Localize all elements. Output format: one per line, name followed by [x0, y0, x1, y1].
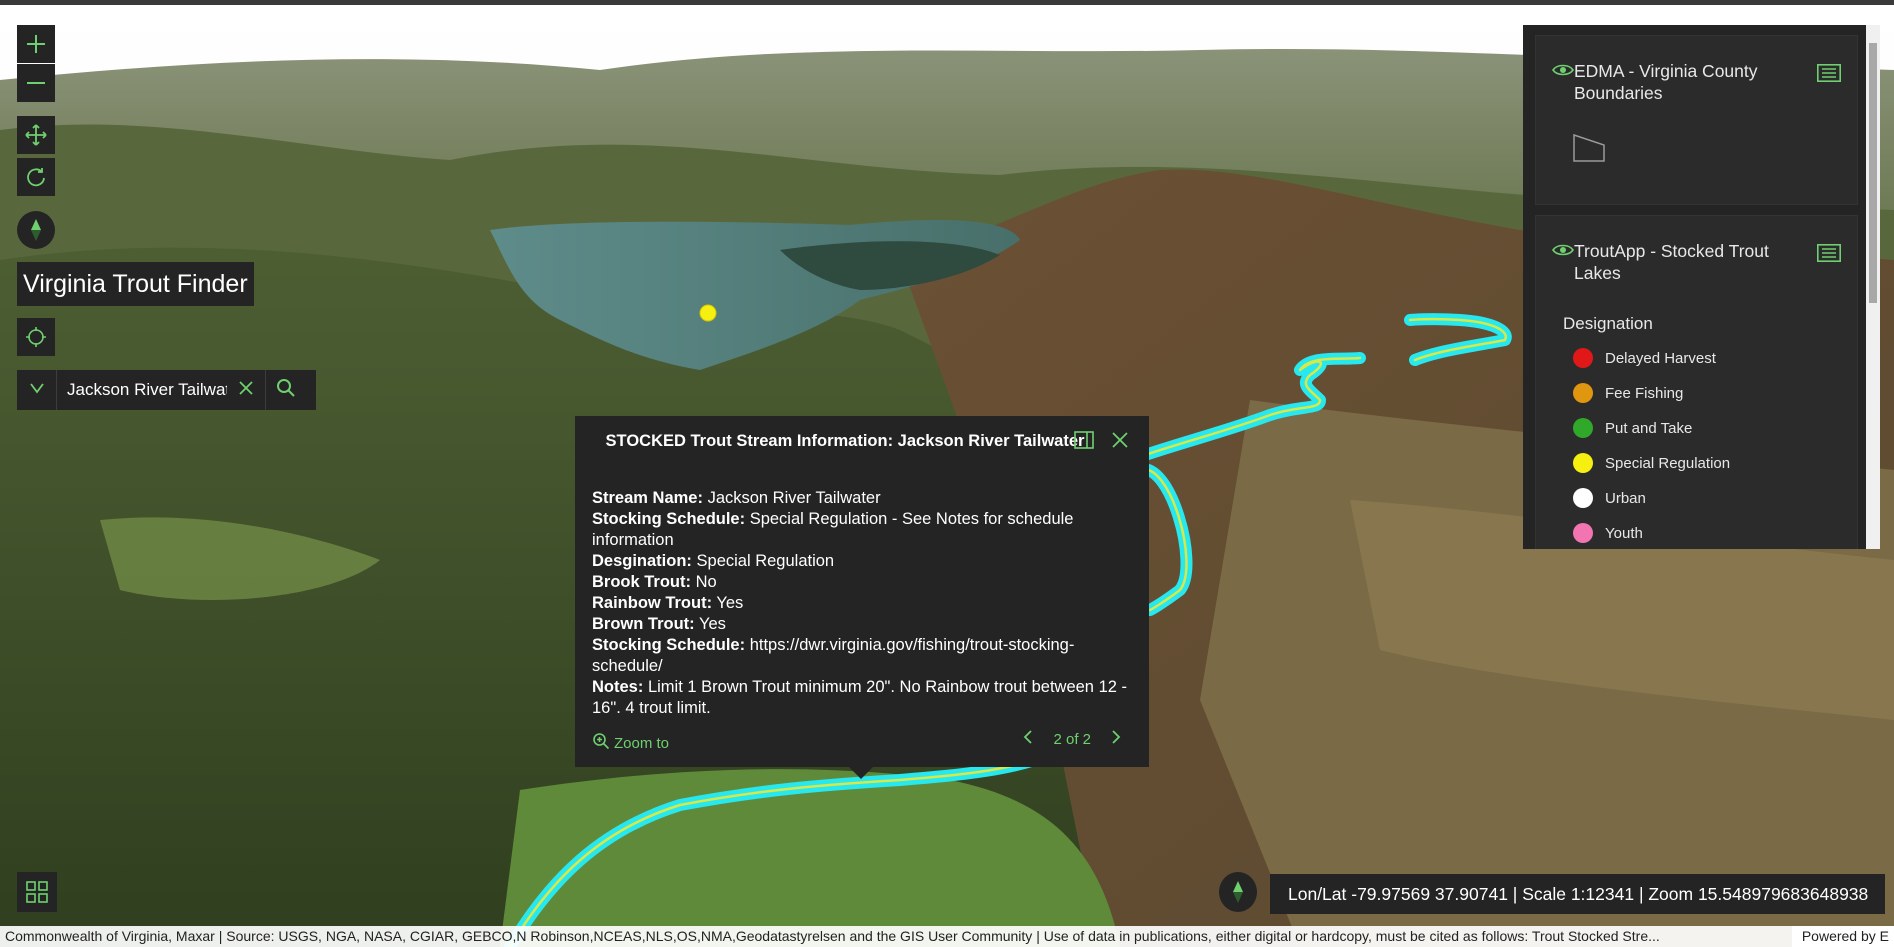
search-input[interactable]	[57, 370, 227, 410]
search-widget	[17, 370, 316, 410]
top-frame-bar	[0, 0, 1894, 5]
rotate-mode-button[interactable]	[17, 158, 55, 196]
compass-button[interactable]	[17, 211, 55, 249]
legend-scrollbar[interactable]	[1866, 25, 1880, 549]
coordinate-readout: Lon/Lat -79.97569 37.90741 | Scale 1:123…	[1270, 874, 1885, 914]
legend-item: Fee Fishing	[1573, 380, 1683, 406]
eye-icon[interactable]	[1552, 243, 1574, 262]
minus-icon	[25, 72, 47, 94]
popup-field: Notes: Limit 1 Brown Trout minimum 20". …	[592, 677, 1132, 719]
popup-pointer	[849, 767, 873, 779]
next-feature-button[interactable]	[1101, 730, 1131, 748]
legend-swatch	[1573, 418, 1593, 438]
legend-item-label: Special Regulation	[1605, 454, 1731, 472]
field-label: Stocking Schedule:	[592, 636, 746, 654]
field-value: Yes	[698, 615, 726, 633]
attribution-text: Commonwealth of Virginia, Maxar | Source…	[5, 928, 1660, 944]
previous-feature-button[interactable]	[1013, 730, 1043, 748]
popup-title: STOCKED Trout Stream Information: Jackso…	[605, 432, 1085, 450]
dock-panel-icon	[1074, 431, 1094, 453]
plus-icon	[25, 33, 47, 55]
legend-layer-county-boundaries: EDMA - Virginia County Boundaries	[1535, 35, 1858, 205]
rotate-icon	[25, 166, 47, 188]
legend-item: Youth	[1573, 520, 1643, 546]
popup-field: Brown Trout: Yes	[592, 614, 1132, 635]
field-label: Brook Trout:	[592, 573, 691, 591]
search-button[interactable]	[265, 370, 305, 410]
pan-mode-button[interactable]	[17, 116, 55, 154]
powered-by-link[interactable]: Powered by E	[1791, 926, 1894, 947]
polygon-symbol-icon	[1572, 133, 1606, 168]
legend-item-label: Fee Fishing	[1605, 384, 1684, 402]
compass-indicator-button[interactable]	[1219, 872, 1257, 912]
field-value: Yes	[716, 594, 744, 612]
feature-popup: STOCKED Trout Stream Information: Jackso…	[575, 416, 1149, 779]
attribution-bar[interactable]: Commonwealth of Virginia, Maxar | Source…	[0, 926, 1894, 947]
popup-field: Stream Name: Jackson River Tailwater	[592, 488, 1132, 509]
legend-item-label: Delayed Harvest	[1605, 349, 1716, 367]
field-label: Stocking Schedule:	[592, 510, 746, 528]
pan-arrows-icon	[24, 123, 48, 147]
popup-pager: 2 of 2	[1013, 723, 1131, 755]
legend-item-label: Put and Take	[1605, 419, 1693, 437]
legend-item-label: Youth	[1605, 524, 1643, 542]
search-icon	[276, 378, 296, 403]
legend-layer-title: TroutApp - Stocked Trout Lakes	[1574, 241, 1769, 283]
locate-crosshair-icon	[25, 326, 47, 348]
legend-item-label: Urban	[1605, 489, 1646, 507]
legend-swatch	[1573, 488, 1593, 508]
zoom-in-button[interactable]	[17, 25, 55, 63]
app-title: Virginia Trout Finder	[17, 262, 254, 306]
legend-swatch	[1573, 453, 1593, 473]
zoom-in-magnifier-icon	[592, 732, 610, 754]
legend-swatch	[1573, 523, 1593, 543]
popup-content: Stream Name: Jackson River Tailwater Sto…	[592, 488, 1132, 719]
field-label: Stream Name:	[592, 489, 703, 507]
legend-panel: EDMA - Virginia County Boundaries TroutA…	[1523, 25, 1880, 549]
legend-swatch	[1573, 348, 1593, 368]
popup-field: Stocking Schedule: Special Regulation - …	[592, 509, 1132, 551]
legend-swatch	[1573, 383, 1593, 403]
popup-field: Desgination: Special Regulation	[592, 551, 1132, 572]
zoom-to-label: Zoom to	[614, 734, 670, 752]
eye-icon[interactable]	[1552, 63, 1574, 82]
field-value: Limit 1 Brown Trout minimum 20". No Rain…	[592, 678, 1128, 717]
compass-icon	[1229, 880, 1247, 904]
dock-button[interactable]	[1074, 431, 1094, 454]
legend-item: Special Regulation	[1573, 450, 1730, 476]
legend-layer-title: EDMA - Virginia County Boundaries	[1574, 61, 1758, 103]
chevron-down-icon	[29, 381, 45, 399]
field-value: Jackson River Tailwater	[707, 489, 881, 507]
clear-search-button[interactable]	[227, 370, 265, 410]
scrollbar-thumb[interactable]	[1869, 43, 1877, 303]
basemap-toggle-button[interactable]	[17, 872, 57, 912]
legend-item: Urban	[1573, 485, 1646, 511]
legend-item: Put and Take	[1573, 415, 1692, 441]
zoom-out-button[interactable]	[17, 64, 55, 102]
field-value: No	[695, 573, 717, 591]
zoom-to-button[interactable]: Zoom to	[592, 732, 669, 754]
popup-field: Brook Trout: No	[592, 572, 1132, 593]
basemap-toggle-icon	[25, 880, 49, 904]
legend-item: Delayed Harvest	[1573, 345, 1716, 371]
close-popup-button[interactable]	[1111, 431, 1129, 454]
locate-button[interactable]	[17, 318, 55, 356]
legend-field-title: Designation	[1563, 314, 1653, 333]
field-label: Brown Trout:	[592, 615, 695, 633]
field-value: Special Regulation	[696, 552, 835, 570]
popup-field: Rainbow Trout: Yes	[592, 593, 1132, 614]
clear-x-icon	[238, 380, 254, 401]
feature-count: 2 of 2	[1053, 730, 1091, 748]
list-menu-icon[interactable]	[1817, 244, 1841, 267]
field-label: Notes:	[592, 678, 644, 696]
field-label: Rainbow Trout:	[592, 594, 713, 612]
field-label: Desgination:	[592, 552, 692, 570]
compass-icon	[26, 218, 46, 242]
search-source-dropdown[interactable]	[17, 370, 57, 410]
close-icon	[1111, 432, 1129, 453]
popup-field: Stocking Schedule: https://dwr.virginia.…	[592, 635, 1132, 677]
list-menu-icon[interactable]	[1817, 64, 1841, 87]
